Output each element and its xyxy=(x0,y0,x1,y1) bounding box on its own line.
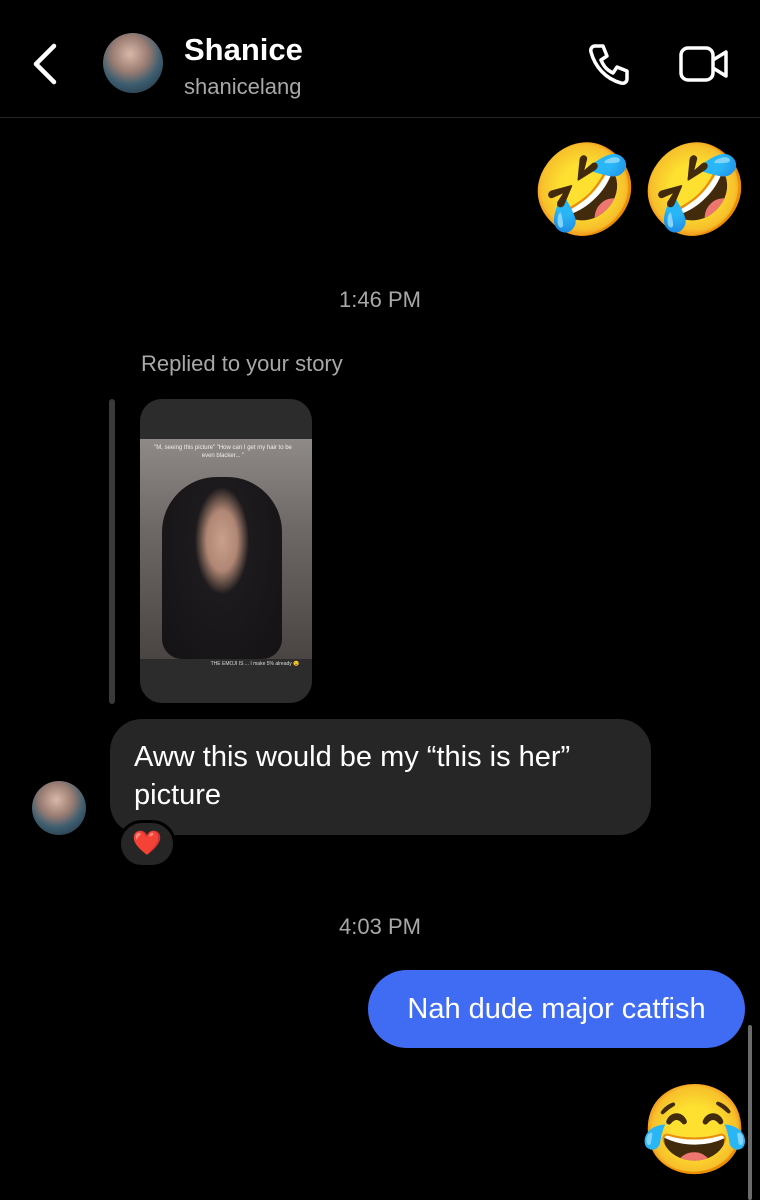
video-camera-icon xyxy=(679,46,728,82)
sender-avatar[interactable] xyxy=(32,781,86,835)
heart-reaction[interactable]: ❤️ xyxy=(118,820,176,868)
outgoing-message[interactable]: Nah dude major catfish xyxy=(368,970,745,1048)
contact-name[interactable]: Shanice xyxy=(184,32,303,68)
story-caption: "M, seeing this picture" "How can I get … xyxy=(154,445,292,459)
story-person xyxy=(162,477,282,659)
emoji-message[interactable]: 🤣 xyxy=(640,146,750,234)
scrollbar[interactable] xyxy=(748,1025,752,1200)
contact-username[interactable]: shanicelang xyxy=(184,74,301,100)
back-button[interactable] xyxy=(26,40,66,88)
chevron-left-icon xyxy=(33,43,57,85)
reply-label: Replied to your story xyxy=(141,351,343,376)
emoji-message[interactable]: 🤣 xyxy=(530,146,640,234)
emoji-message[interactable]: 😂 xyxy=(640,1086,750,1174)
timestamp: 4:03 PM xyxy=(339,914,421,939)
timestamp: 1:46 PM xyxy=(339,287,421,312)
avatar[interactable] xyxy=(103,33,163,93)
phone-icon xyxy=(589,44,629,85)
story-caption: THE EMOJI IS ... I make 5% already 😉 xyxy=(210,661,300,667)
video-call-button[interactable] xyxy=(678,42,730,86)
chat-header: Shanice shanicelang xyxy=(0,0,760,118)
reply-indicator-bar xyxy=(109,399,115,704)
story-thumbnail[interactable]: "M, seeing this picture" "How can I get … xyxy=(140,399,312,703)
incoming-message[interactable]: Aww this would be my “this is her” pictu… xyxy=(110,719,651,835)
call-button[interactable] xyxy=(585,40,633,88)
